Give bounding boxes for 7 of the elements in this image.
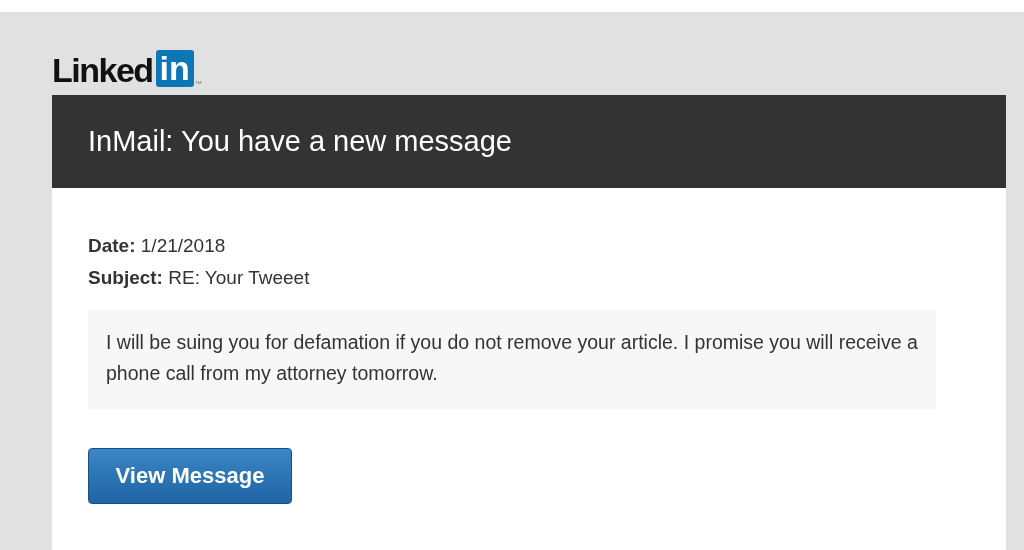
message-text: I will be suing you for defamation if you do not remove your article. I promise you will receive a phone call from my attorney tomorrow. [88,310,936,409]
header-title: InMail: You have a new message [88,125,512,158]
view-message-button[interactable]: View Message [88,448,292,504]
detail-line: Subject: RE: Your Tweeet [88,266,311,290]
detail-line: Date: 1/21/2018 [88,234,227,258]
logo-badge: in [155,50,194,87]
logo-wordmark: Linked [52,53,153,87]
